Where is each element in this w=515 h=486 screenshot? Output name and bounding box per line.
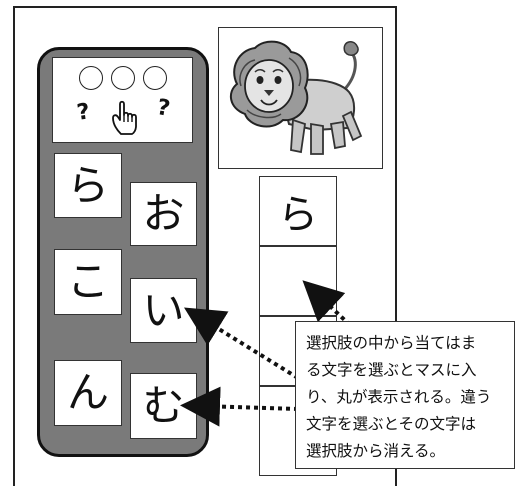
question-mark-icon: ? bbox=[154, 95, 172, 122]
lion-illustration bbox=[218, 27, 383, 169]
empty-circle-icon bbox=[111, 66, 135, 90]
choice-card[interactable]: ら bbox=[54, 153, 122, 218]
answer-cell bbox=[259, 246, 337, 316]
empty-circle-icon bbox=[79, 66, 103, 90]
pointing-hand-icon[interactable] bbox=[109, 98, 145, 138]
choice-card[interactable]: お bbox=[130, 182, 197, 246]
choice-card[interactable]: こ bbox=[54, 249, 122, 315]
choice-card[interactable]: い bbox=[130, 278, 197, 343]
status-box: ? ? bbox=[52, 57, 193, 143]
choice-card[interactable]: む bbox=[130, 373, 197, 439]
answer-cell: ら bbox=[259, 176, 337, 246]
empty-circle-icon bbox=[143, 66, 167, 90]
explanation-callout: 選択肢の中から当てはま る文字を選ぶとマスに入 り、丸が表示される。違う 文字を… bbox=[295, 321, 515, 469]
choice-card[interactable]: ん bbox=[54, 360, 122, 426]
question-mark-icon: ? bbox=[75, 99, 92, 126]
